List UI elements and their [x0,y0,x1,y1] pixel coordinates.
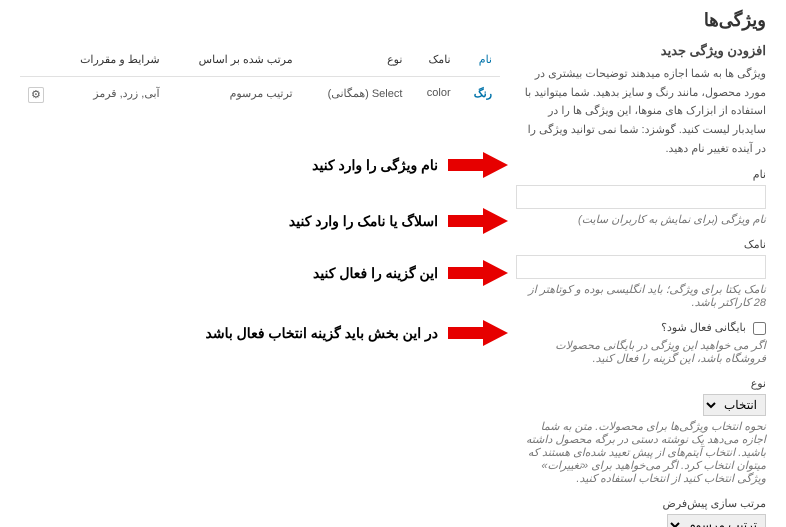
th-terms[interactable]: شرایط و مقررات [52,43,168,77]
section-title: افزودن ویژگی جدید [516,43,766,59]
annotation-text: این گزینه را فعال کنید [313,265,438,282]
annotation-type: در این بخش باید گزینه انتخاب فعال باشد [206,320,509,346]
type-select[interactable]: انتخاب [703,394,766,416]
annotation-text: در این بخش باید گزینه انتخاب فعال باشد [206,325,439,342]
gear-icon[interactable] [28,87,44,103]
arrow-icon [448,152,508,178]
type-row: نوع انتخاب [516,377,766,416]
row-type: Select (همگانی) [301,77,411,117]
name-input[interactable] [516,185,766,209]
archive-label: بایگانی فعال شود؟ [516,321,766,335]
annotation-archive: این گزینه را فعال کنید [313,260,508,286]
archive-checkbox[interactable] [753,322,766,335]
arrow-icon [448,260,508,286]
th-name[interactable]: نام [459,43,500,77]
row-name-link[interactable]: رنگ [474,88,492,100]
page-wrap: ویژگی‌ها افزودن ویژگی جدید ویژگی ها به ش… [0,0,786,527]
row-slug: color [410,77,458,117]
th-actions [20,43,52,77]
th-slug[interactable]: نامک [410,43,458,77]
slug-helper: نامک یکتا برای ویژگی؛ باید انگلیسی بوده … [516,283,766,309]
slug-label: نامک [516,238,766,251]
type-helper: نحوه انتخاب ویژگی‌ها برای محصولات. متن ب… [516,420,766,485]
row-order: ترتیب مرسوم [168,77,301,117]
table-column: نام نامک نوع مرتب شده بر اساس شرایط و مق… [20,43,500,116]
slug-input[interactable] [516,255,766,279]
order-select[interactable]: ترتیب مرسوم [667,514,766,527]
th-type[interactable]: نوع [301,43,411,77]
archive-row: بایگانی فعال شود؟ [516,321,766,335]
annotation-text: نام ویژگی را وارد کنید [312,157,438,174]
form-column: افزودن ویژگی جدید ویژگی ها به شما اجازه … [516,43,766,527]
table-row: رنگ color Select (همگانی) ترتیب مرسوم آب… [20,77,500,117]
type-label: نوع [516,377,766,390]
order-label: مرتب سازی پیش‌فرض [516,497,766,510]
intro-text: ویژگی ها به شما اجازه میدهند توضیحات بیش… [516,65,766,158]
name-helper: نام ویژگی (برای نمایش به کاربران سایت) [516,213,766,226]
name-label: نام [516,168,766,181]
annotation-text: اسلاگ یا نامک را وارد کنید [289,213,438,230]
page-title: ویژگی‌ها [20,10,766,31]
table-header-row: نام نامک نوع مرتب شده بر اساس شرایط و مق… [20,43,500,77]
name-row: نام [516,168,766,209]
slug-row: نامک [516,238,766,279]
archive-label-text: بایگانی فعال شود؟ [661,322,746,334]
row-terms: آبی, زرد, قرمز [52,77,168,117]
annotation-name: نام ویژگی را وارد کنید [312,152,508,178]
archive-helper: اگر می خواهید این ویژگی در بایگانی محصول… [516,339,766,365]
th-order[interactable]: مرتب شده بر اساس [168,43,301,77]
arrow-icon [448,320,508,346]
arrow-icon [448,208,508,234]
annotation-slug: اسلاگ یا نامک را وارد کنید [289,208,508,234]
order-row: مرتب سازی پیش‌فرض ترتیب مرسوم [516,497,766,527]
attributes-table: نام نامک نوع مرتب شده بر اساس شرایط و مق… [20,43,500,116]
